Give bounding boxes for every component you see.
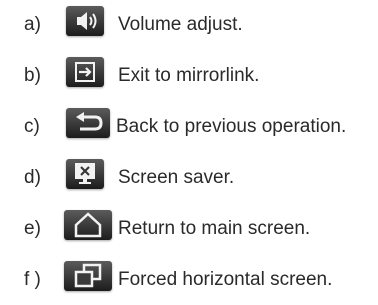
- screen-saver-icon: [66, 159, 104, 189]
- exit-icon: [66, 57, 104, 87]
- back-arrow-icon: [66, 108, 110, 138]
- list-item-rotate-screen: f ) Forced horizontal screen.: [0, 261, 378, 301]
- list-item-exit: b) Exit to mirrorlink.: [0, 57, 378, 97]
- item-label: Back to previous operation.: [116, 116, 347, 137]
- item-letter: a): [24, 14, 41, 35]
- list-item-screen-saver: d) Screen saver.: [0, 159, 378, 199]
- item-letter: d): [24, 167, 41, 188]
- item-label: Forced horizontal screen.: [118, 269, 333, 290]
- item-letter: c): [24, 116, 40, 137]
- volume-icon: [66, 6, 104, 36]
- item-letter: f ): [24, 269, 41, 290]
- list-item-volume: a) Volume adjust.: [0, 6, 378, 46]
- item-label: Volume adjust.: [118, 14, 243, 35]
- item-label: Exit to mirrorlink.: [118, 65, 260, 86]
- list-item-back: c) Back to previous operation.: [0, 108, 378, 148]
- rotate-screen-icon: [64, 261, 112, 291]
- item-letter: b): [24, 65, 41, 86]
- item-letter: e): [24, 218, 41, 239]
- item-label: Screen saver.: [118, 167, 235, 188]
- home-icon: [64, 210, 112, 240]
- item-label: Return to main screen.: [118, 218, 311, 239]
- list-item-home: e) Return to main screen.: [0, 210, 378, 250]
